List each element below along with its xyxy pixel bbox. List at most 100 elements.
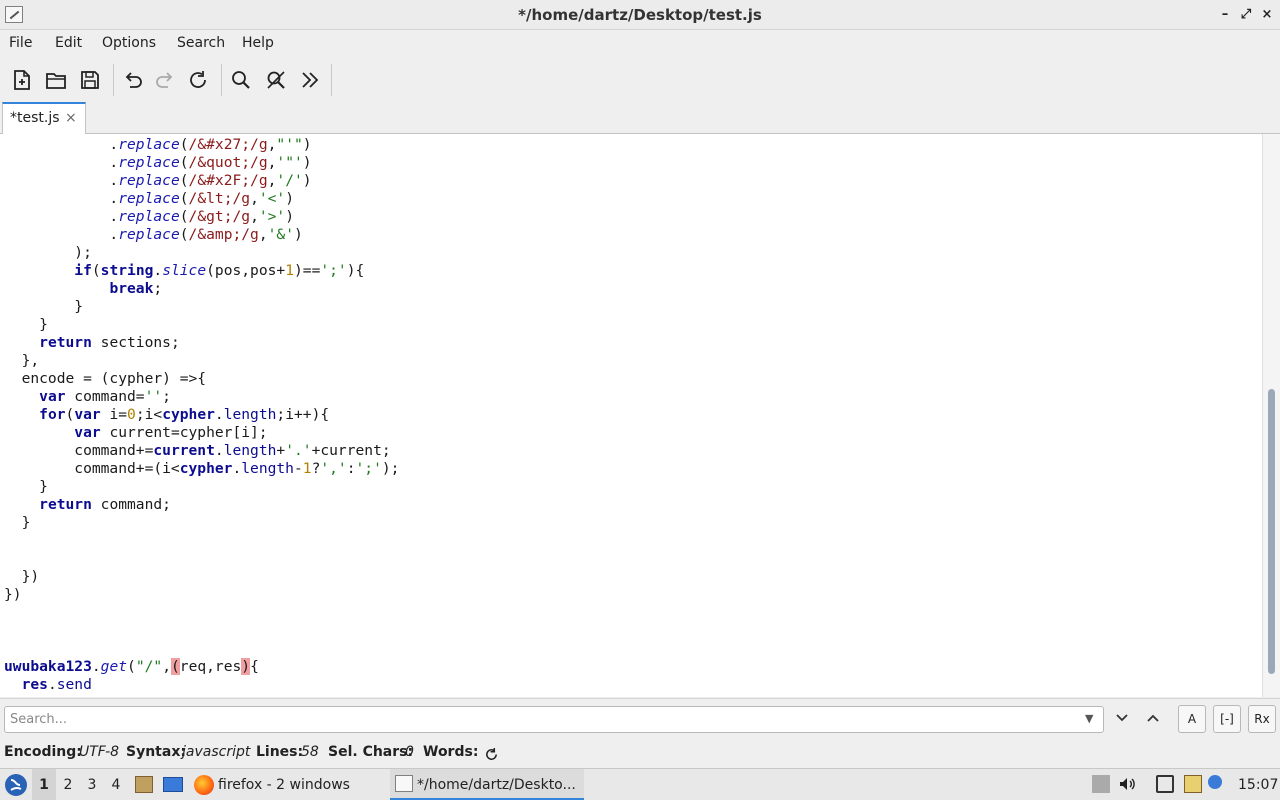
code-token: 1	[285, 262, 294, 279]
code-token: .	[232, 460, 242, 477]
menu-help[interactable]: Help	[242, 30, 274, 56]
go-to-line-button[interactable]	[296, 62, 326, 98]
whole-word-toggle[interactable]: [-]	[1213, 705, 1241, 733]
code-token: /&#x27;/g	[188, 136, 268, 153]
code-token: (	[179, 136, 189, 153]
undo-button[interactable]	[118, 62, 148, 98]
code-token: ''	[144, 388, 163, 405]
display-icon[interactable]	[1156, 775, 1174, 793]
code-line: if(string.slice(pos,pos+1)==';'){	[4, 262, 399, 280]
toolbar-separator	[113, 64, 114, 96]
code-line: .replace(/&quot;/g,'"')	[4, 154, 399, 172]
code-token: var	[74, 424, 101, 441]
code-token: 1	[302, 460, 312, 477]
match-case-toggle[interactable]: A	[1178, 705, 1206, 733]
volume-icon[interactable]	[1118, 775, 1136, 793]
workspace-4[interactable]: 4	[104, 769, 128, 800]
tab-close-icon[interactable]: ×	[65, 110, 77, 126]
notification-icon[interactable]	[1208, 775, 1222, 789]
save-button[interactable]	[76, 62, 106, 98]
code-line: command+=(i<cypher.length-1?',':';');	[4, 460, 399, 478]
chevron-down-icon[interactable]: ▼	[1085, 712, 1093, 725]
task-firefox[interactable]: firefox - 2 windows	[192, 769, 382, 800]
desktop-icon[interactable]	[163, 777, 183, 792]
code-token: '/'	[276, 172, 303, 189]
code-token: )	[285, 190, 295, 207]
code-token: (	[179, 226, 189, 243]
code-token: /&lt;/g	[188, 190, 251, 207]
code-token: )==	[294, 262, 321, 279]
menu-search[interactable]: Search	[177, 30, 225, 56]
search-bar: ▼ A [-] Rx	[0, 698, 1280, 738]
clock[interactable]: 15:07	[1238, 769, 1278, 800]
start-menu-icon[interactable]	[5, 774, 27, 796]
firefox-icon	[194, 775, 214, 795]
workspace-3[interactable]: 3	[80, 769, 104, 800]
menu-options[interactable]: Options	[102, 30, 156, 56]
find-previous-button[interactable]	[1146, 711, 1160, 729]
menu-bar: File Edit Options Search Help	[0, 30, 1280, 56]
code-token: command+=(i<	[4, 460, 180, 477]
code-token: /&quot;/g	[188, 154, 268, 171]
code-token: var	[74, 406, 101, 423]
task-editor[interactable]: */home/dartz/Deskto...	[390, 769, 584, 800]
minimize-button[interactable]: –	[1216, 5, 1234, 25]
code-line: .replace(/&#x27;/g,"'")	[4, 136, 399, 154]
file-manager-icon[interactable]	[135, 776, 153, 793]
find-next-button[interactable]	[1115, 711, 1129, 729]
menu-file[interactable]: File	[9, 30, 32, 56]
code-token: .	[4, 208, 119, 225]
workspace-1[interactable]: 1	[32, 769, 56, 800]
code-token: /&#x2F;/g	[188, 172, 268, 189]
vertical-scrollbar[interactable]	[1262, 134, 1280, 697]
clipboard-icon[interactable]	[1184, 775, 1202, 793]
maximize-button[interactable]: ⤢	[1237, 5, 1255, 25]
find-button[interactable]	[227, 62, 257, 98]
reload-button[interactable]	[185, 62, 215, 98]
code-token: (	[179, 190, 189, 207]
code-token: )	[285, 208, 295, 225]
code-token: current=cypher[i];	[100, 424, 268, 441]
new-file-button[interactable]	[8, 62, 38, 98]
find-replace-button[interactable]	[262, 62, 292, 98]
code-token: uwubaka123	[4, 658, 92, 675]
editor-window: */home/dartz/Desktop/test.js – ⤢ × File …	[0, 0, 1280, 800]
scrollbar-thumb[interactable]	[1268, 389, 1275, 674]
code-token: ';'	[320, 262, 347, 279]
code-line: }	[4, 514, 399, 532]
code-line: encode = (cypher) =>{	[4, 370, 399, 388]
code-token: string	[100, 262, 154, 279]
open-file-button[interactable]	[42, 62, 72, 98]
tab-test-js[interactable]: *test.js ×	[2, 102, 86, 135]
code-content: .replace(/&#x27;/g,"'") .replace(/&quot;…	[4, 136, 399, 694]
toolbar	[0, 58, 1280, 102]
reload-icon	[190, 71, 206, 88]
code-token: })	[4, 568, 40, 585]
network-icon[interactable]	[1092, 775, 1110, 793]
code-line: command+=current.length+'.'+current;	[4, 442, 399, 460]
double-chevron-right-icon	[302, 72, 319, 88]
code-token: '"'	[276, 154, 303, 171]
redo-button[interactable]	[152, 62, 182, 98]
menu-edit[interactable]: Edit	[55, 30, 82, 56]
code-token: length	[241, 460, 294, 477]
code-line: res.send	[4, 676, 399, 694]
code-editor[interactable]: .replace(/&#x27;/g,"'") .replace(/&quot;…	[0, 134, 1262, 697]
code-line: return command;	[4, 496, 399, 514]
close-button[interactable]: ×	[1258, 5, 1276, 25]
code-token: ,	[250, 190, 259, 207]
code-token: '<'	[258, 190, 286, 207]
tab-bar: *test.js ×	[0, 102, 1280, 135]
code-token: }	[4, 514, 31, 531]
code-token: .	[47, 676, 57, 693]
workspace-2[interactable]: 2	[56, 769, 80, 800]
search-input[interactable]	[4, 706, 1104, 733]
regex-toggle[interactable]: Rx	[1248, 705, 1276, 733]
code-line: break;	[4, 280, 399, 298]
code-token: ';'	[355, 460, 382, 477]
